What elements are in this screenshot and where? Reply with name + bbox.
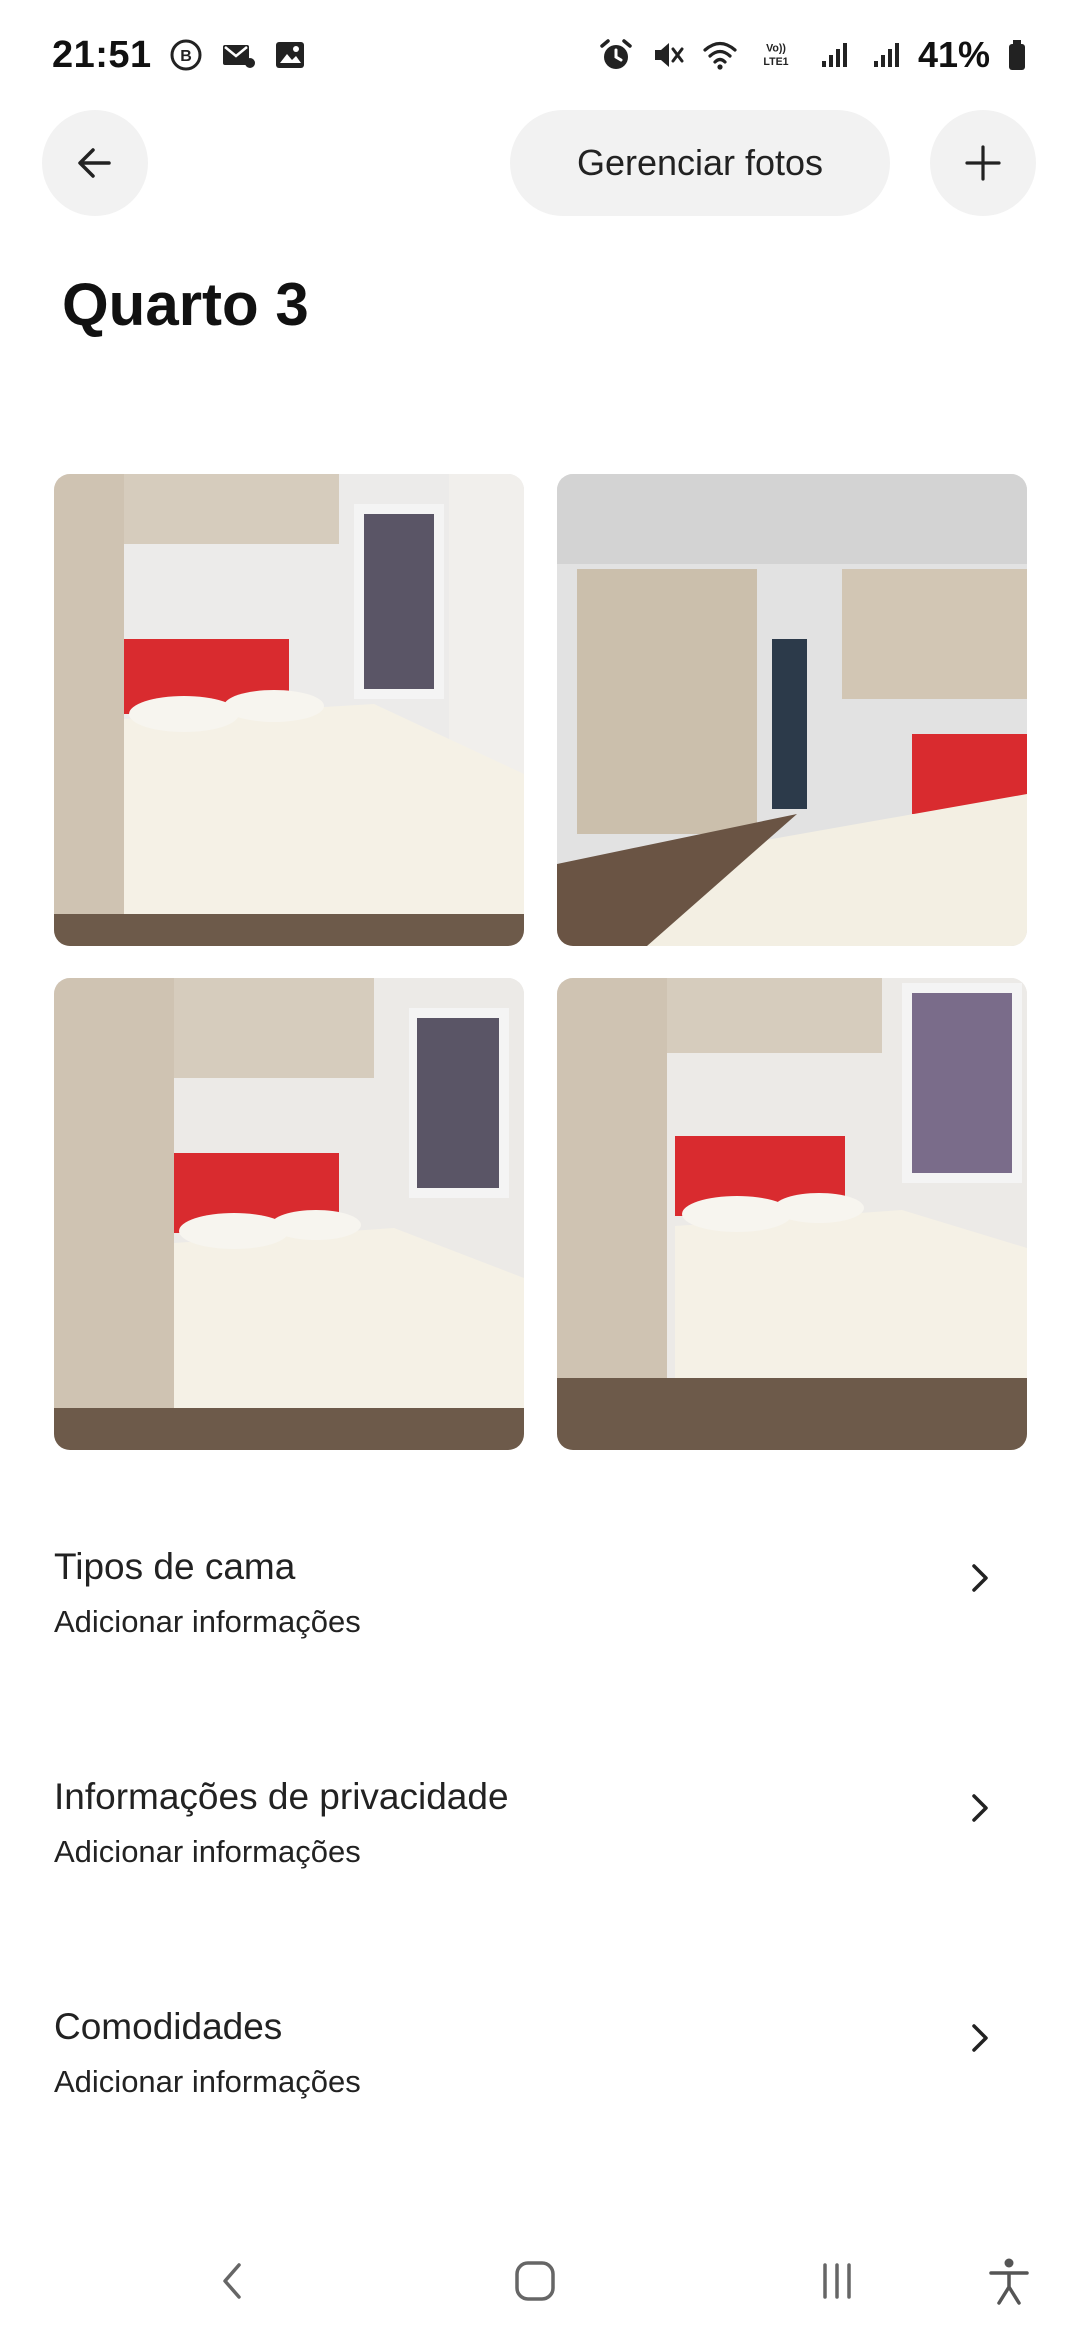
section-subtitle: Adicionar informações [54, 1604, 361, 1639]
wifi-icon [702, 37, 738, 73]
mute-icon [650, 37, 686, 73]
section-title: Comodidades [54, 2006, 283, 2047]
manage-photos-button[interactable]: Gerenciar fotos [510, 110, 890, 216]
nav-home-button[interactable] [490, 2236, 580, 2326]
room-photo-4[interactable] [557, 978, 1027, 1450]
room-photo-2[interactable] [557, 474, 1027, 946]
chevron-right-icon [972, 1794, 988, 1822]
nav-recent-apps-button[interactable] [792, 2236, 882, 2326]
add-photo-button[interactable] [930, 110, 1036, 216]
battery-icon [1006, 37, 1028, 73]
chevron-right-icon [972, 1564, 988, 1592]
status-left: 21:51 B [52, 34, 308, 77]
chevron-right-icon [972, 2024, 988, 2052]
signal-icon [814, 37, 850, 73]
accessibility-icon [989, 2258, 1029, 2305]
b-circle-icon: B [168, 37, 204, 73]
room-photos-screen: 21:51 B Vo)) LTE1 41% Gerenciar fotos Qu… [0, 0, 1080, 2340]
section-title: Informações de privacidade [54, 1776, 509, 1817]
arrow-left-icon [78, 148, 111, 178]
back-button[interactable] [42, 110, 148, 216]
section-bed-types[interactable]: Tipos de cama Adicionar informações [54, 1546, 1026, 1686]
volte-label-top: Vo)) [766, 43, 786, 55]
battery-percent: 41% [917, 34, 990, 75]
page-title: Quarto 3 [62, 271, 309, 338]
section-subtitle: Adicionar informações [54, 1834, 361, 1869]
accessibility-button[interactable] [964, 2236, 1054, 2326]
nav-recent-apps-icon [823, 2263, 851, 2299]
alarm-icon [598, 37, 634, 73]
nav-home-icon [515, 2261, 555, 2301]
volte-icon: Vo)) LTE1 [754, 37, 798, 73]
system-nav-bar [0, 2220, 1080, 2340]
room-photo-3[interactable] [54, 978, 524, 1450]
section-privacy-info[interactable]: Informações de privacidade Adicionar inf… [54, 1776, 1026, 1916]
status-right: Vo)) LTE1 41% [598, 34, 1028, 76]
status-bar: 21:51 B Vo)) LTE1 41% [0, 0, 1080, 110]
section-amenities[interactable]: Comodidades Adicionar informações [54, 2006, 1026, 2146]
image-icon [272, 37, 308, 73]
section-subtitle: Adicionar informações [54, 2064, 361, 2099]
mail-notification-icon [220, 37, 256, 73]
svg-text:B: B [180, 48, 192, 65]
signal-icon [866, 37, 902, 73]
status-time: 21:51 [52, 33, 152, 76]
section-title: Tipos de cama [54, 1546, 296, 1587]
room-photo-1[interactable] [54, 474, 524, 946]
volte-label-bottom: LTE1 [763, 56, 788, 68]
nav-back-icon [223, 2263, 241, 2299]
plus-icon [965, 145, 1001, 181]
nav-back-button[interactable] [188, 2236, 278, 2326]
